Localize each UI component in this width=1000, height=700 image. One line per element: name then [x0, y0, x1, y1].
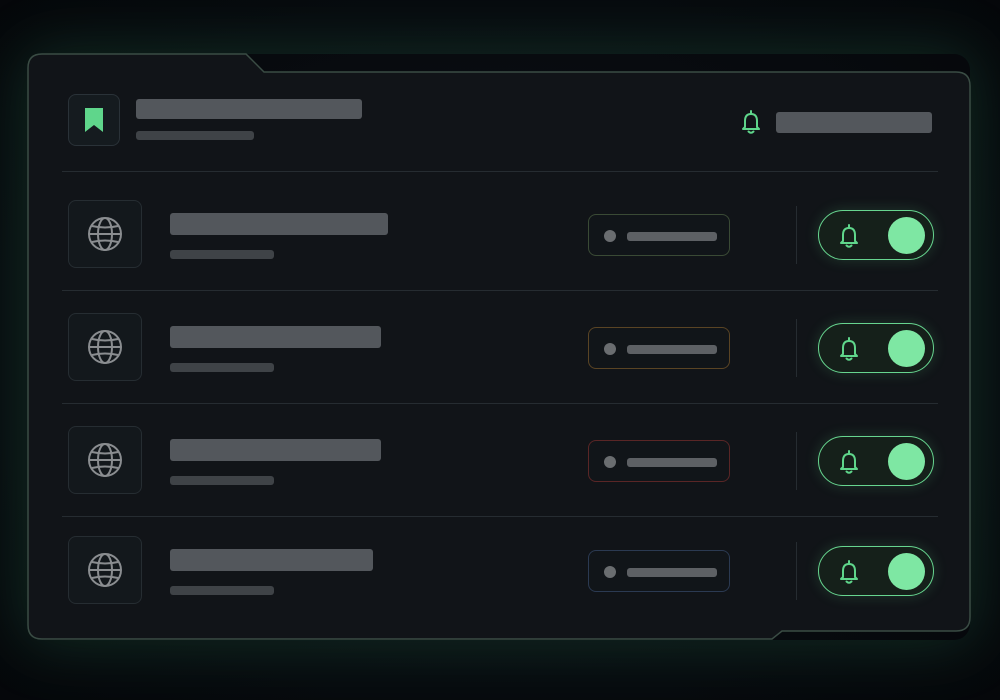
site-detail — [170, 363, 274, 372]
notification-toggle[interactable] — [818, 436, 934, 486]
bell-icon — [840, 337, 858, 361]
toggle-knob — [888, 217, 925, 254]
notification-toggle[interactable] — [818, 323, 934, 373]
globe-icon — [88, 443, 122, 477]
site-name — [170, 326, 381, 348]
bookmark-badge — [68, 94, 120, 146]
bell-icon[interactable] — [737, 108, 765, 136]
toggle-knob — [888, 553, 925, 590]
globe-icon — [88, 217, 122, 251]
divider — [62, 516, 938, 517]
vertical-divider — [796, 432, 797, 490]
status-badge — [588, 327, 730, 369]
notification-toggle[interactable] — [818, 210, 934, 260]
site-detail — [170, 476, 274, 485]
bell-icon — [840, 224, 858, 248]
list-item[interactable] — [68, 418, 934, 504]
vertical-divider — [796, 206, 797, 264]
site-detail — [170, 250, 274, 259]
status-badge — [588, 440, 730, 482]
site-detail — [170, 586, 274, 595]
bell-icon — [840, 450, 858, 474]
status-dot — [604, 230, 616, 242]
status-label — [627, 232, 717, 241]
bell-icon — [840, 560, 858, 584]
site-name — [170, 549, 373, 571]
site-icon-badge — [68, 426, 142, 494]
site-icon-badge — [68, 200, 142, 268]
status-dot — [604, 566, 616, 578]
notification-toggle[interactable] — [818, 546, 934, 596]
toggle-knob — [888, 443, 925, 480]
status-badge — [588, 214, 730, 256]
divider — [62, 171, 938, 172]
toggle-knob — [888, 330, 925, 367]
status-dot — [604, 456, 616, 468]
status-label — [627, 458, 717, 467]
list-item[interactable] — [68, 528, 934, 614]
status-dot — [604, 343, 616, 355]
panel-header — [68, 94, 932, 172]
divider — [62, 403, 938, 404]
site-icon-badge — [68, 313, 142, 381]
status-label — [627, 345, 717, 354]
divider — [62, 290, 938, 291]
vertical-divider — [796, 542, 797, 600]
monitor-panel — [28, 54, 970, 640]
status-label — [627, 568, 717, 577]
status-badge — [588, 550, 730, 592]
site-name — [170, 213, 388, 235]
list-item[interactable] — [68, 305, 934, 391]
bookmark-icon — [85, 108, 103, 132]
globe-icon — [88, 553, 122, 587]
page-subtitle — [136, 131, 254, 140]
list-item[interactable] — [68, 192, 934, 278]
globe-icon — [88, 330, 122, 364]
site-name — [170, 439, 381, 461]
vertical-divider — [796, 319, 797, 377]
page-title — [136, 99, 362, 119]
site-icon-badge — [68, 536, 142, 604]
header-status-label — [776, 112, 932, 133]
